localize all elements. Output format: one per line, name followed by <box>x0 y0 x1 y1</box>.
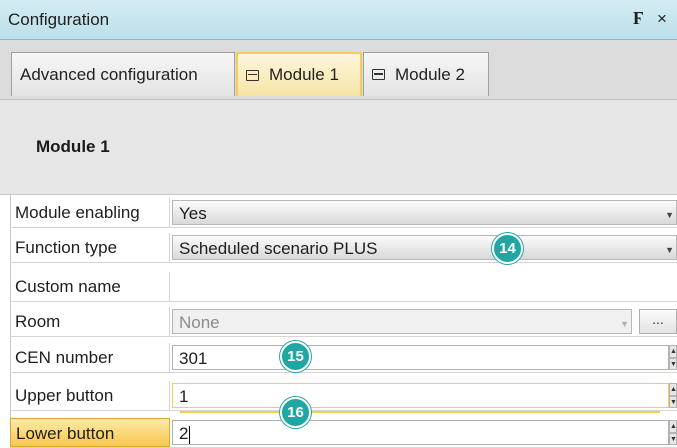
window-title: Configuration <box>8 10 110 29</box>
section-title: Module 1 <box>36 137 110 156</box>
callout-badge: 15 <box>280 341 311 372</box>
lower-button-stepper[interactable]: ▲ ▼ <box>669 420 677 445</box>
tab-module-2[interactable]: Module 2 <box>363 52 489 96</box>
property-label: Function type <box>10 233 170 262</box>
dropdown-arrow-icon[interactable]: ▼ <box>665 203 674 228</box>
property-label: Upper button <box>10 381 170 410</box>
tab-label: Module 2 <box>395 64 465 84</box>
property-label: Module enabling <box>10 198 170 227</box>
field-value: 1 <box>179 387 189 406</box>
property-label: CEN number <box>10 343 170 372</box>
field-value: 301 <box>179 349 208 368</box>
custom-name-field[interactable] <box>172 274 677 299</box>
upper-button-stepper[interactable]: ▲ ▼ <box>669 383 677 408</box>
tab-label: Module 1 <box>269 65 339 84</box>
tab-label: Advanced configuration <box>20 64 198 84</box>
room-combo[interactable]: None ▼ <box>172 309 632 334</box>
property-label: Custom name <box>10 272 170 301</box>
callout-badge: 16 <box>280 397 311 428</box>
property-label: Room <box>10 307 170 336</box>
dropdown-arrow-icon[interactable]: ▼ <box>665 238 674 263</box>
close-icon[interactable]: × <box>657 9 667 29</box>
spin-up-icon[interactable]: ▲ <box>669 345 677 358</box>
spin-down-icon[interactable]: ▼ <box>669 395 677 408</box>
tab-strip: Advanced configuration Module 1 Module 2 <box>0 40 677 100</box>
combo-value: Scheduled scenario PLUS <box>179 239 378 258</box>
upper-button-field[interactable]: 1 <box>172 383 669 408</box>
combo-value: Yes <box>179 204 207 223</box>
callout-connector-line <box>180 411 660 413</box>
module-icon <box>372 69 385 80</box>
cen-number-stepper[interactable]: ▲ ▼ <box>669 345 677 370</box>
tab-module-1[interactable]: Module 1 <box>236 52 362 96</box>
lower-button-field[interactable]: 2 <box>172 420 669 445</box>
spin-down-icon[interactable]: ▼ <box>669 432 677 445</box>
spin-up-icon[interactable]: ▲ <box>669 383 677 396</box>
property-row-cen-number: CEN number 301 ▲ ▼ <box>10 343 677 373</box>
text-caret <box>189 425 191 444</box>
property-row-function-type: Function type Scheduled scenario PLUS ▼ <box>10 233 677 263</box>
property-row-module-enabling: Module enabling Yes ▼ <box>10 198 677 228</box>
combo-value: None <box>179 313 220 332</box>
room-browse-button[interactable]: ... <box>639 309 677 334</box>
spin-down-icon[interactable]: ▼ <box>669 357 677 370</box>
pin-icon[interactable]: 𝟊 <box>633 9 643 29</box>
section-header: Module 1 <box>0 100 677 195</box>
field-value: 2 <box>179 424 189 443</box>
property-row-room: Room None ▼ ... <box>10 307 677 337</box>
window-titlebar: Configuration 𝟊 × <box>0 0 677 40</box>
property-label: Lower button <box>10 418 170 447</box>
module-enabling-combo[interactable]: Yes ▼ <box>172 200 677 225</box>
module-icon <box>246 69 259 81</box>
property-row-lower-button: Lower button 2 ▲ ▼ <box>10 418 677 448</box>
tab-advanced-configuration[interactable]: Advanced configuration <box>11 52 235 96</box>
dropdown-arrow-icon[interactable]: ▼ <box>620 312 629 337</box>
cen-number-field[interactable]: 301 <box>172 345 669 370</box>
function-type-combo[interactable]: Scheduled scenario PLUS ▼ <box>172 235 677 260</box>
spin-up-icon[interactable]: ▲ <box>669 420 677 433</box>
property-row-upper-button: Upper button 1 ▲ ▼ <box>10 381 677 411</box>
property-row-custom-name: Custom name <box>10 272 677 302</box>
callout-badge: 14 <box>492 233 523 264</box>
